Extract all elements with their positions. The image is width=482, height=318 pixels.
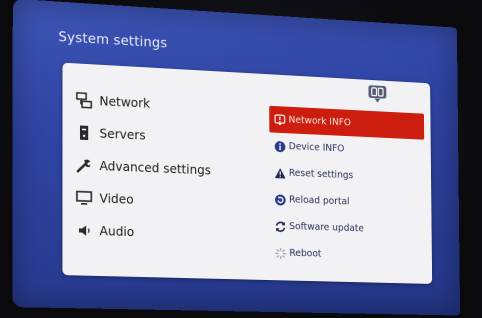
page-title: System settings — [58, 29, 168, 52]
menu-item-label: Device INFO — [288, 141, 345, 155]
monitor-icon — [75, 188, 93, 207]
menu-item-label: Network INFO — [288, 114, 352, 129]
settings-panel: Network Servers Advanced settings Video … — [62, 62, 433, 284]
photo-scene: System settings Network Servers Advanced… — [0, 0, 482, 318]
menu-item-label: Video — [99, 191, 134, 207]
menu-item-label: Advanced settings — [99, 158, 211, 178]
menu-item-label: Network — [99, 94, 151, 111]
reload-icon — [274, 193, 287, 206]
menu-item-audio[interactable]: Audio — [75, 214, 256, 252]
sync-icon — [274, 220, 287, 233]
speaker-icon — [75, 221, 94, 240]
remote-keys-icon — [367, 84, 388, 103]
menu-item-label: Reload portal — [289, 194, 350, 208]
menu-item-label: Reset settings — [288, 167, 354, 182]
left-menu: Network Servers Advanced settings Video … — [75, 84, 256, 252]
menu-item-label: Software update — [289, 221, 364, 235]
wrench-icon — [75, 156, 93, 175]
spinner-icon — [274, 246, 287, 259]
menu-item-label: Audio — [99, 223, 135, 240]
server-icon — [75, 123, 93, 142]
right-menu: Network INFO Device INFO Reset settings … — [269, 105, 426, 270]
menu-item-reboot[interactable]: Reboot — [270, 239, 426, 270]
warning-icon — [273, 166, 286, 179]
network-icon — [75, 91, 93, 110]
info-icon — [273, 139, 286, 152]
menu-item-label: Reboot — [289, 247, 322, 260]
info-exclamation-icon — [273, 113, 286, 126]
menu-item-label: Servers — [99, 126, 146, 143]
tv-screen: System settings Network Servers Advanced… — [12, 0, 461, 316]
